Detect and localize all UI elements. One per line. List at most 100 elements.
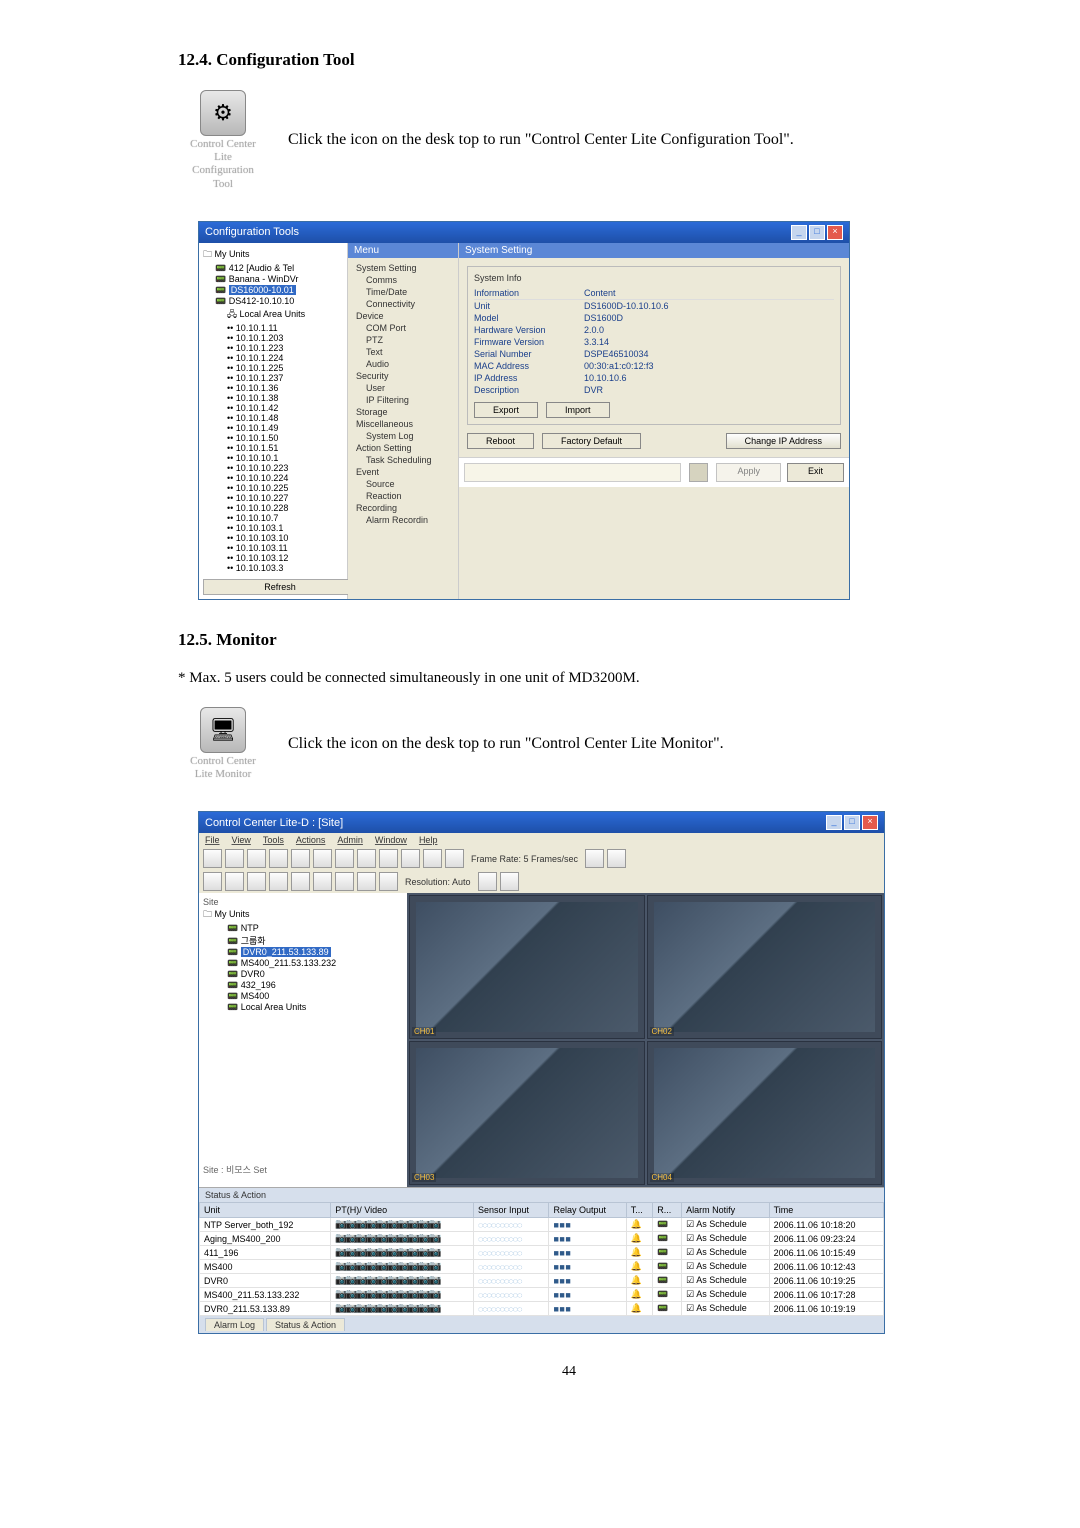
- tree-item[interactable]: •• 10.10.103.12: [203, 553, 343, 563]
- tb-icon[interactable]: [357, 849, 376, 868]
- tb-icon[interactable]: [335, 872, 354, 891]
- tb-icon[interactable]: [313, 849, 332, 868]
- table-row[interactable]: NTP Server_both_192📷📷📷📷📷📷📷📷📷📷◌◌◌◌◌◌◌◌◌◌■…: [200, 1218, 884, 1232]
- minimize-icon[interactable]: _: [791, 225, 807, 240]
- tab-alarm-log[interactable]: Alarm Log: [205, 1318, 264, 1331]
- menu-item[interactable]: Help: [419, 835, 438, 845]
- tb-icon[interactable]: [607, 849, 626, 868]
- tb-icon[interactable]: [585, 849, 604, 868]
- close-icon[interactable]: ×: [862, 815, 878, 830]
- tb-icon[interactable]: [335, 849, 354, 868]
- menu-item[interactable]: View: [232, 835, 251, 845]
- tree-item[interactable]: 📟 DVR0: [203, 969, 403, 980]
- tb-icon[interactable]: [269, 872, 288, 891]
- reboot-button[interactable]: Reboot: [467, 433, 534, 449]
- menu-item[interactable]: File: [205, 835, 220, 845]
- tree-item[interactable]: •• 10.10.1.224: [203, 353, 343, 363]
- col-header[interactable]: Sensor Input: [473, 1203, 548, 1218]
- tree-item[interactable]: 📟 NTP: [203, 923, 403, 934]
- menu-item[interactable]: System Log: [352, 430, 454, 442]
- tree-item[interactable]: •• 10.10.1.225: [203, 363, 343, 373]
- tb-icon[interactable]: [357, 872, 376, 891]
- menu-item[interactable]: COM Port: [352, 322, 454, 334]
- tree-item[interactable]: •• 10.10.1.51: [203, 443, 343, 453]
- tree-item[interactable]: •• 10.10.1.223: [203, 343, 343, 353]
- tree-item[interactable]: •• 10.10.1.38: [203, 393, 343, 403]
- tree-item[interactable]: •• 10.10.1.237: [203, 373, 343, 383]
- menu-item[interactable]: Source: [352, 478, 454, 490]
- tree-item[interactable]: •• 10.10.1.42: [203, 403, 343, 413]
- tree-item[interactable]: 📟 MS400_211.53.133.232: [203, 958, 403, 969]
- menu-item[interactable]: Reaction: [352, 490, 454, 502]
- table-row[interactable]: Aging_MS400_200📷📷📷📷📷📷📷📷📷📷◌◌◌◌◌◌◌◌◌◌■ ■ ■…: [200, 1232, 884, 1246]
- menu-item[interactable]: Security: [352, 370, 454, 382]
- tree-item[interactable]: •• 10.10.103.3: [203, 563, 343, 573]
- minimize-icon[interactable]: _: [826, 815, 842, 830]
- tb-icon[interactable]: [203, 872, 222, 891]
- tree-item[interactable]: •• 10.10.103.1: [203, 523, 343, 533]
- export-button[interactable]: Export: [474, 402, 538, 418]
- tab-status-action[interactable]: Status & Action: [266, 1318, 345, 1331]
- menu-item[interactable]: Alarm Recordin: [352, 514, 454, 526]
- tree-item[interactable]: 📟 DS16000-10.01: [203, 285, 343, 296]
- tree-item[interactable]: 📟 MS400: [203, 991, 403, 1002]
- tb-icon[interactable]: [478, 872, 497, 891]
- menu-item[interactable]: Connectivity: [352, 298, 454, 310]
- tree-item[interactable]: 📟 Local Area Units: [203, 1002, 403, 1013]
- tb-icon[interactable]: [500, 872, 519, 891]
- tb-icon[interactable]: [313, 872, 332, 891]
- mon-tree[interactable]: Site 🗀 My Units 📟 NTP📟 그룹화📟 DVR0_211.53.…: [199, 893, 407, 1187]
- mon-tree-root[interactable]: 🗀 My Units: [203, 907, 403, 923]
- table-row[interactable]: MS400📷📷📷📷📷📷📷📷📷📷◌◌◌◌◌◌◌◌◌◌■ ■ ■🔔📟☑ As Sch…: [200, 1260, 884, 1274]
- tb-icon[interactable]: [247, 872, 266, 891]
- view-cell[interactable]: CH04: [647, 1041, 883, 1185]
- menu-item[interactable]: Window: [375, 835, 407, 845]
- import-button[interactable]: Import: [546, 402, 610, 418]
- view-grid[interactable]: CH01 CH02 CH03 CH04: [407, 893, 884, 1187]
- menu-item[interactable]: Storage: [352, 406, 454, 418]
- tree-item[interactable]: •• 10.10.10.228: [203, 503, 343, 513]
- tb-icon[interactable]: [247, 849, 266, 868]
- tree-item[interactable]: •• 10.10.1.50: [203, 433, 343, 443]
- cfg-menu-list[interactable]: System SettingCommsTime/DateConnectivity…: [348, 258, 458, 530]
- tree-item[interactable]: 📟 DS412-10.10.10: [203, 296, 343, 307]
- col-header[interactable]: Time: [769, 1203, 883, 1218]
- tree-item[interactable]: •• 10.10.1.48: [203, 413, 343, 423]
- bottom-tabs[interactable]: Alarm Log Status & Action: [199, 1316, 884, 1333]
- mon-toolbar2[interactable]: Resolution: Auto: [199, 870, 884, 893]
- mon-toolbar[interactable]: Frame Rate: 5 Frames/sec: [199, 847, 884, 870]
- menu-item[interactable]: Recording: [352, 502, 454, 514]
- menu-item[interactable]: Text: [352, 346, 454, 358]
- col-header[interactable]: Relay Output: [549, 1203, 626, 1218]
- menu-item[interactable]: Audio: [352, 358, 454, 370]
- menu-item[interactable]: Comms: [352, 274, 454, 286]
- menu-item[interactable]: Device: [352, 310, 454, 322]
- refresh-button[interactable]: Refresh: [203, 579, 357, 595]
- menu-item[interactable]: Tools: [263, 835, 284, 845]
- tb-icon[interactable]: [379, 849, 398, 868]
- tb-icon[interactable]: [269, 849, 288, 868]
- tree-item[interactable]: 📟 432_196: [203, 980, 403, 991]
- tree-item[interactable]: •• 10.10.1.203: [203, 333, 343, 343]
- tree-item[interactable]: •• 10.10.1.49: [203, 423, 343, 433]
- tb-icon[interactable]: [379, 872, 398, 891]
- menu-item[interactable]: Admin: [337, 835, 363, 845]
- maximize-icon[interactable]: □: [809, 225, 825, 240]
- tb-icon[interactable]: [291, 872, 310, 891]
- change-ip-button[interactable]: Change IP Address: [726, 433, 841, 449]
- tree-item[interactable]: •• 10.10.1.11: [203, 323, 343, 333]
- menu-item[interactable]: User: [352, 382, 454, 394]
- tree-item[interactable]: •• 10.10.103.11: [203, 543, 343, 553]
- tb-icon[interactable]: [401, 849, 420, 868]
- tb-icon[interactable]: [291, 849, 310, 868]
- tree-item[interactable]: •• 10.10.10.224: [203, 473, 343, 483]
- tb-icon[interactable]: [225, 872, 244, 891]
- menu-item[interactable]: Time/Date: [352, 286, 454, 298]
- tree-item[interactable]: •• 10.10.10.1: [203, 453, 343, 463]
- col-header[interactable]: PT(H)/ Video: [331, 1203, 474, 1218]
- maximize-icon[interactable]: □: [844, 815, 860, 830]
- close-icon[interactable]: ×: [827, 225, 843, 240]
- apply-button[interactable]: Apply: [716, 463, 781, 482]
- menu-item[interactable]: IP Filtering: [352, 394, 454, 406]
- exit-button[interactable]: Exit: [787, 463, 844, 482]
